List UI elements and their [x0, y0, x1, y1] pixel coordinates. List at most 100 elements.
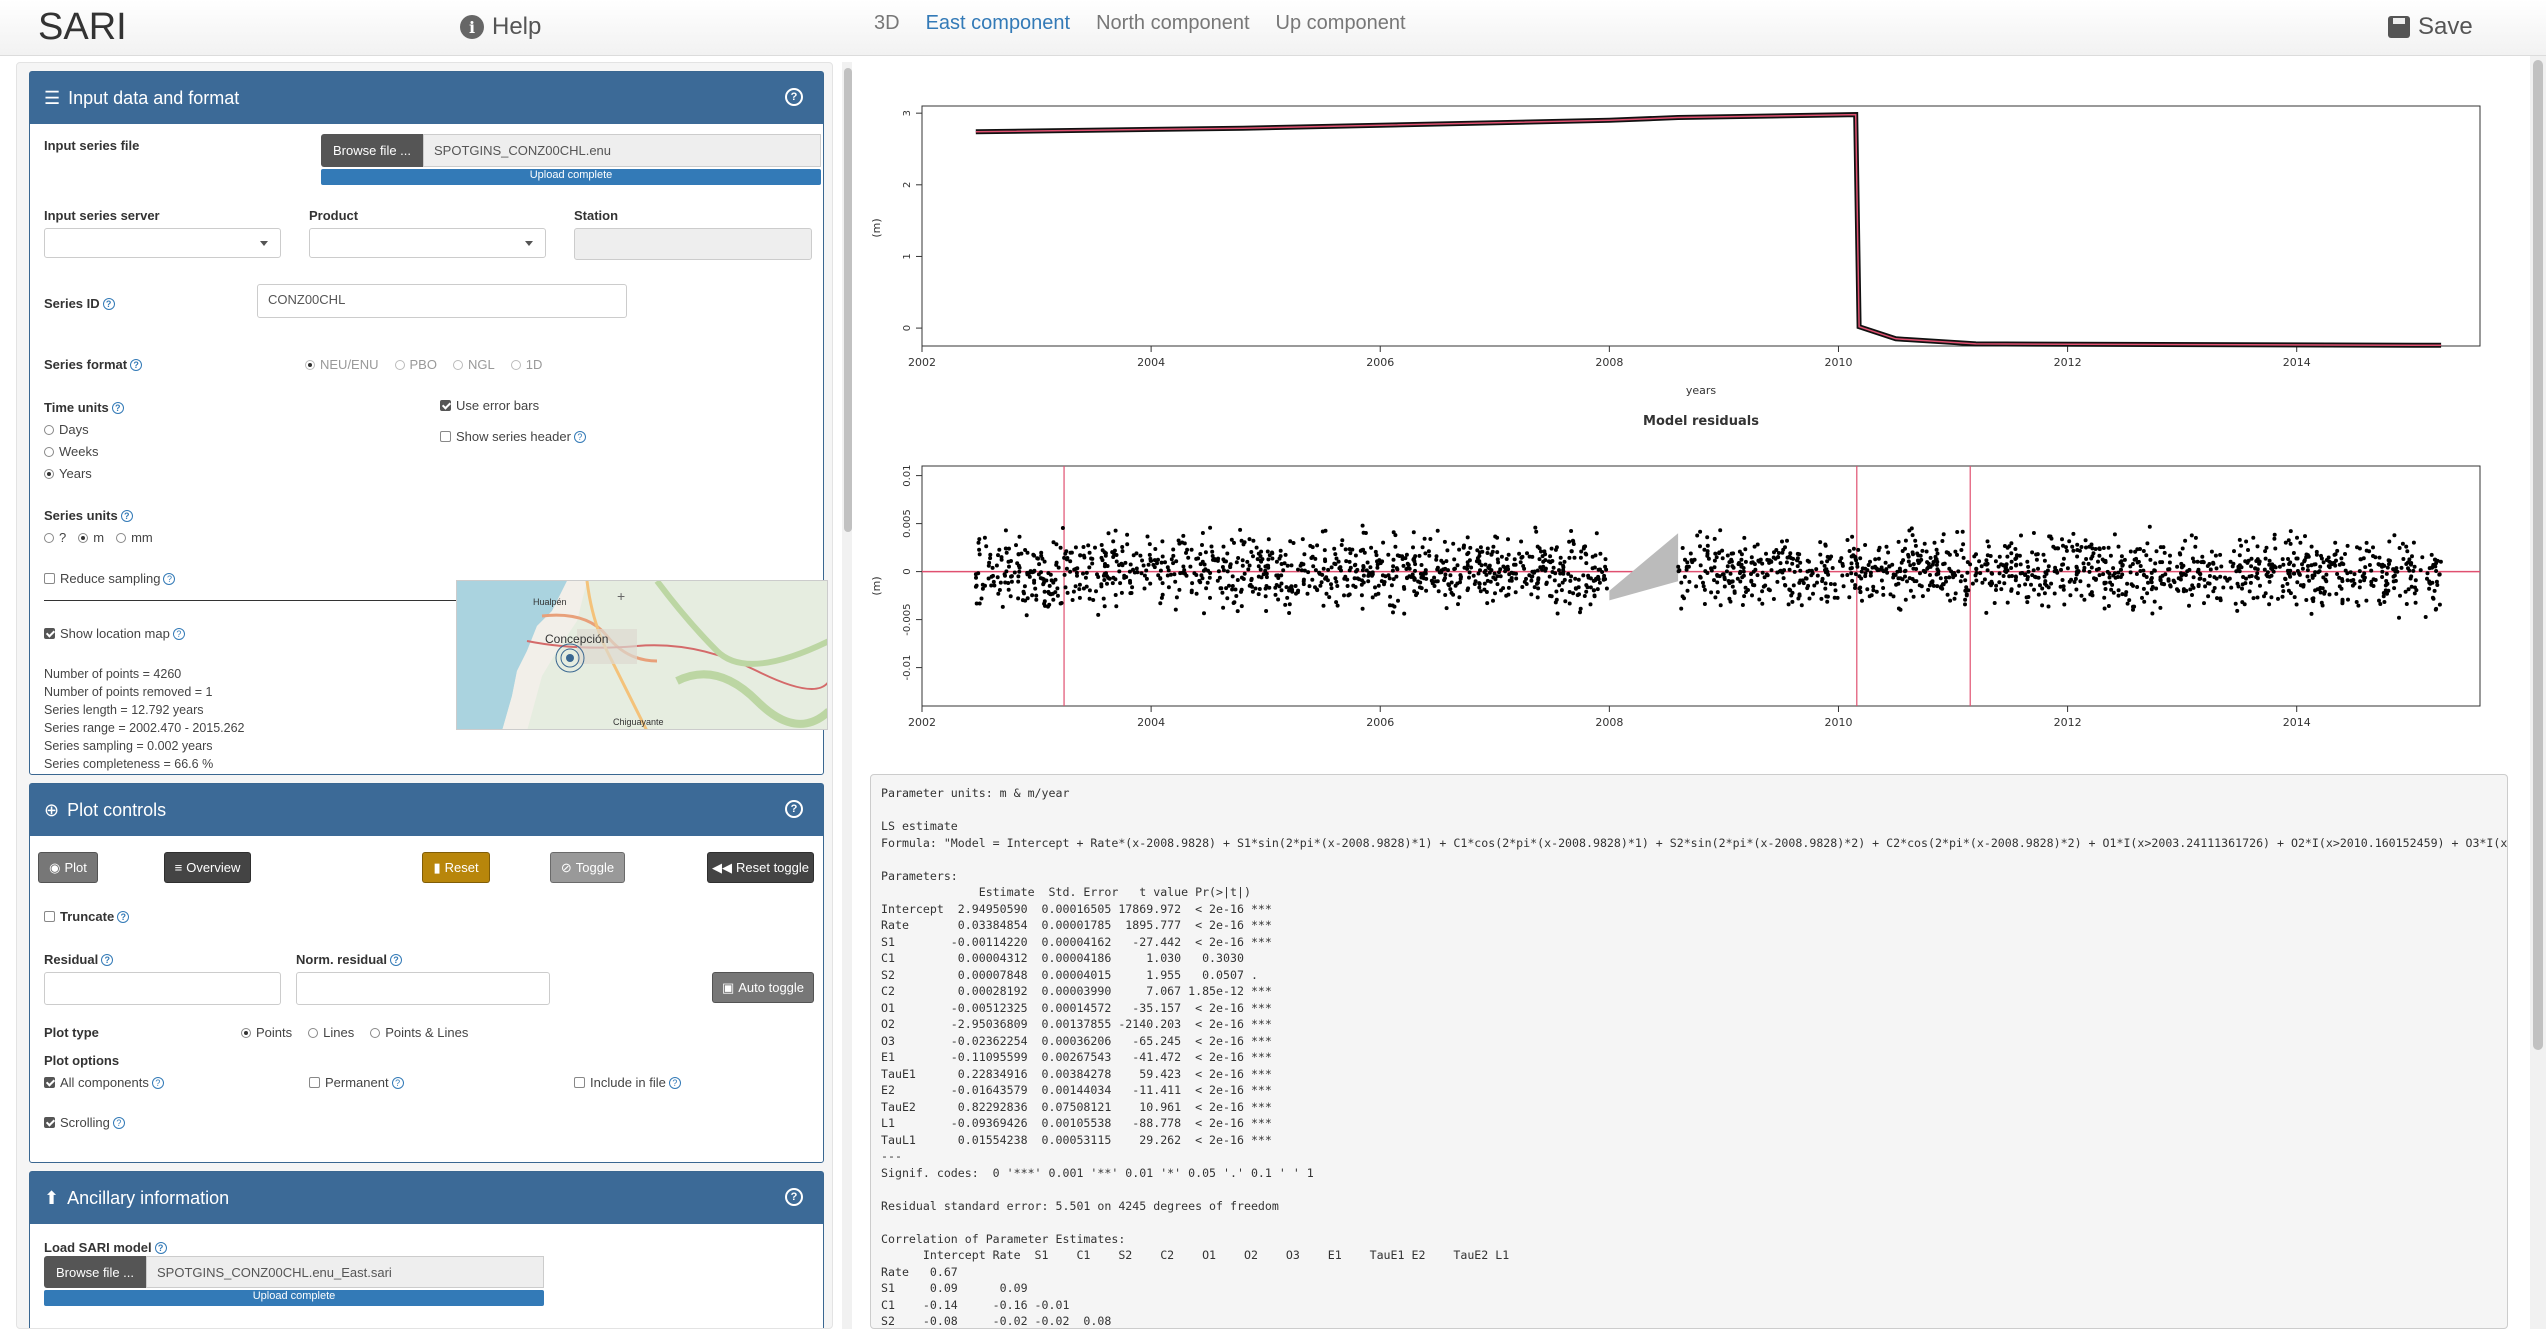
tab-3d[interactable]: 3D	[874, 12, 900, 35]
tab-up-component[interactable]: Up component	[1276, 12, 1406, 35]
svg-text:+: +	[617, 588, 625, 604]
output-line: Parameter units: m & m/year	[881, 786, 1070, 800]
format-neu-enu[interactable]: NEU/ENU	[305, 357, 379, 372]
overview-button[interactable]: ≡ Overview	[164, 852, 251, 883]
output-line: Intercept 2.94950590 0.00016505 17869.97…	[881, 901, 1272, 916]
output-line: Signif. codes: 0 '***' 0.001 '**' 0.01 '…	[881, 1165, 1314, 1180]
server-select[interactable]	[44, 228, 281, 258]
plot-type-points-lines[interactable]: Points & Lines	[370, 1025, 468, 1040]
output-line: S1 -0.00114220 0.00004162 -27.442 < 2e-1…	[881, 934, 1272, 949]
output-line: O3 -0.02362254 0.00036206 -65.245 < 2e-1…	[881, 1033, 1272, 1048]
toggle-button[interactable]: ⊘ Toggle	[550, 852, 625, 883]
unit-m[interactable]: m	[78, 530, 104, 545]
location-map[interactable]: Hualpén Concepción Chiguayante +	[456, 580, 828, 730]
unit-unknown[interactable]: ?	[44, 530, 66, 545]
plot-options-label: Plot options	[44, 1053, 120, 1068]
ban-icon: ⊘	[560, 859, 572, 875]
format-1d[interactable]: 1D	[510, 357, 542, 372]
question-icon: ?	[668, 1077, 681, 1089]
time-unit-weeks[interactable]: Weeks	[44, 444, 99, 459]
help-button[interactable]: i Help	[460, 13, 541, 41]
residual-input[interactable]	[44, 972, 281, 1005]
question-icon[interactable]: ?	[785, 1188, 803, 1206]
tab-north-component[interactable]: North component	[1096, 12, 1249, 35]
browse-model-button[interactable]: Browse file ...	[44, 1256, 146, 1288]
y-tick-label: -0.005	[902, 603, 913, 635]
panel-header[interactable]: ⊕ Plot controls ?	[30, 784, 823, 836]
series-plot[interactable]: (m) years 2002 2004 2006 2008 2010 2012 2014 0 1…	[870, 105, 2481, 397]
time-unit-days[interactable]: Days	[44, 422, 89, 437]
browse-file-button[interactable]: Browse file ...	[321, 134, 423, 167]
question-icon[interactable]: ?	[130, 359, 143, 371]
plot-button[interactable]: ◉ Plot	[38, 852, 98, 883]
format-ngl[interactable]: NGL	[452, 357, 495, 372]
series-id-label: Series ID	[44, 296, 100, 311]
question-icon: ?	[117, 911, 130, 923]
format-pbo[interactable]: PBO	[394, 357, 437, 372]
server-label: Input series server	[44, 208, 160, 223]
time-unit-years[interactable]: Years	[44, 466, 92, 481]
question-icon[interactable]: ?	[154, 1242, 167, 1254]
y-tick-label: 0	[902, 568, 913, 574]
auto-toggle-button[interactable]: ▣ Auto toggle	[712, 972, 814, 1003]
trash-icon: ▮	[433, 859, 441, 875]
page-scrollbar-thumb[interactable]	[2533, 60, 2543, 1050]
y-tick-label: 1	[902, 253, 913, 259]
series-plots[interactable]: (m) years 2002 2004 2006 2008 2010 2012 2014 0 1…	[862, 88, 2502, 768]
plot-type-lines[interactable]: Lines	[308, 1025, 354, 1040]
question-icon[interactable]: ?	[111, 402, 124, 414]
output-line: E2 -0.01643579 0.00144034 -11.411 < 2e-1…	[881, 1083, 1272, 1097]
save-button[interactable]: Save	[2388, 13, 2473, 41]
station-input[interactable]	[574, 228, 812, 260]
unit-mm[interactable]: mm	[116, 530, 153, 545]
all-components-checkbox[interactable]: All components?	[44, 1075, 164, 1090]
permanent-checkbox[interactable]: Permanent?	[309, 1075, 404, 1090]
question-icon: ?	[391, 1077, 404, 1089]
question-icon[interactable]: ?	[390, 954, 403, 966]
x-tick-label: 2004	[1137, 356, 1165, 369]
input-data-panel: ☰ Input data and format ? Input series f…	[29, 71, 828, 775]
residuals-plot[interactable]: Model residuals (m) 2002 2004 2006 2008 2010…	[870, 414, 2481, 729]
output-line: TauL1 0.01554238 0.00053115 29.262 < 2e-…	[881, 1132, 1272, 1147]
reset-toggle-button[interactable]: ◀◀ Reset toggle	[707, 852, 814, 883]
output-line: Formula: "Model = Intercept + Rate*(x-20…	[881, 835, 2508, 850]
backward-icon: ◀◀	[712, 859, 732, 875]
use-error-bars-checkbox[interactable]: Use error bars	[440, 398, 539, 413]
panel-header[interactable]: ☰ Input data and format ?	[30, 72, 823, 124]
truncate-checkbox[interactable]: Truncate?	[44, 909, 130, 924]
save-label: Save	[2418, 13, 2473, 40]
reduce-sampling-checkbox[interactable]: Reduce sampling?	[44, 571, 176, 586]
x-tick-label: 2012	[2054, 716, 2082, 729]
product-select[interactable]	[309, 228, 546, 258]
x-tick-label: 2012	[2054, 356, 2082, 369]
plot-type-points[interactable]: Points	[241, 1025, 292, 1040]
y-tick-label: 2	[902, 182, 913, 188]
series-id-input[interactable]: CONZ00CHL	[257, 284, 627, 318]
brand-title: SARI	[38, 6, 127, 48]
question-icon[interactable]: ?	[785, 88, 803, 106]
include-in-file-checkbox[interactable]: Include in file?	[574, 1075, 681, 1090]
norm-residual-input[interactable]	[296, 972, 550, 1005]
y-tick-label: 0.005	[902, 509, 913, 538]
question-icon[interactable]: ?	[101, 954, 114, 966]
sidebar-scrollbar-thumb[interactable]	[844, 68, 852, 532]
question-icon[interactable]: ?	[785, 800, 803, 818]
reset-button[interactable]: ▮ Reset	[422, 852, 490, 883]
tab-east-component[interactable]: East component	[926, 12, 1071, 35]
residual-label: Residual	[44, 952, 99, 967]
show-location-map-checkbox[interactable]: Show location map?	[44, 626, 185, 641]
panel-header[interactable]: ⬆ Ancillary information ?	[30, 1172, 823, 1224]
output-line: S2 -0.08 -0.02 -0.02 0.08	[881, 1314, 1112, 1328]
output-line: TauE1 0.22834916 0.00384278 59.423 < 2e-…	[881, 1066, 1272, 1081]
file-name-field: SPOTGINS_CONZ00CHL.enu	[423, 134, 821, 167]
x-tick-label: 2004	[1137, 716, 1165, 729]
scrolling-checkbox[interactable]: Scrolling?	[44, 1115, 125, 1130]
plot-controls-panel: ⊕ Plot controls ? ◉ Plot ≡ Overview ▮ Reset…	[29, 783, 824, 1163]
question-icon[interactable]: ?	[120, 510, 133, 522]
output-line: C1 -0.14 -0.16 -0.01	[881, 1297, 1070, 1312]
question-icon[interactable]: ?	[102, 298, 115, 310]
show-series-header-checkbox[interactable]: Show series header?	[440, 429, 586, 444]
sidebar: ☰ Input data and format ? Input series f…	[16, 62, 833, 1329]
station-label: Station	[574, 208, 619, 223]
